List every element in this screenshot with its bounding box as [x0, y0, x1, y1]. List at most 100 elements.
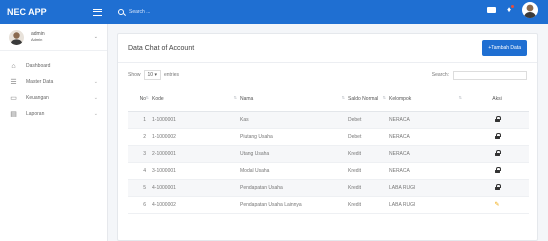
table-row: 1 1-1000001 Kas Debet NERACA [128, 111, 529, 129]
cell-aksi [465, 111, 529, 129]
sort-icon: ⇅ [458, 95, 462, 100]
sort-icon: ⇅ [233, 95, 237, 100]
account-table: No ⇅ Kode ⇅ Nama ⇅ Saldo Normal ⇅ Kelompok ⇅ … [128, 87, 529, 214]
cell-aksi [465, 145, 529, 163]
user-role: Admin [31, 37, 43, 42]
column-header-nama[interactable]: Nama ⇅ [240, 87, 348, 112]
column-header-no[interactable]: No ⇅ [128, 87, 152, 112]
home-icon: ⌂ [11, 62, 16, 70]
cell-nama: Modal Usaha [240, 162, 348, 180]
sidebar: admin Admin ⌄ ⌂ Dashboard ☰ Master Data … [0, 24, 108, 241]
sort-icon: ⇅ [382, 95, 386, 100]
cell-no: 5 [128, 179, 152, 197]
cell-nama: Piutang Usaha [240, 128, 348, 146]
hamburger-menu-icon[interactable] [93, 8, 102, 16]
top-search[interactable]: Search ... [118, 9, 150, 15]
cell-nama: Utang Usaha [240, 145, 348, 163]
cell-saldo-normal: Debet [348, 111, 389, 129]
cell-kode: 1-1000002 [152, 128, 240, 146]
notification-dot [511, 5, 514, 8]
column-header-saldo-normal[interactable]: Saldo Normal ⇅ [348, 87, 389, 112]
cell-kelompok: LABA RUGI [389, 196, 465, 214]
chevron-down-icon: ⌄ [93, 79, 98, 85]
lock-icon[interactable] [494, 132, 501, 139]
lock-icon[interactable] [494, 166, 501, 173]
cell-aksi [465, 179, 529, 197]
bell-icon[interactable]: ♦ [505, 5, 514, 14]
chevron-down-icon: ⌄ [93, 95, 98, 101]
app-name[interactable]: NEC APP [7, 7, 47, 17]
table-search-label: Search: [431, 72, 449, 78]
sidebar-item-dashboard[interactable]: ⌂ Dashboard [0, 58, 107, 74]
brand: NEC APP [0, 0, 108, 24]
column-header-kelompok[interactable]: Kelompok ⇅ [389, 87, 465, 112]
chevron-down-icon[interactable]: ⌄ [94, 34, 98, 40]
entries-label: entries [163, 72, 179, 78]
cell-aksi: ✎ [465, 196, 529, 214]
show-label: Show [128, 72, 141, 78]
cell-kode: 2-1000001 [152, 145, 240, 163]
sort-icon: ⇅ [145, 95, 149, 100]
sidebar-item-keuangan[interactable]: ▭ Keuangan ⌄ [0, 90, 107, 106]
add-data-button[interactable]: +Tambah Data [482, 40, 527, 56]
cell-kode: 1-1000001 [152, 111, 240, 129]
cell-kelompok: NERACA [389, 162, 465, 180]
user-avatar[interactable] [522, 2, 538, 18]
sort-icon: ⇅ [341, 95, 345, 100]
cell-kelompok: NERACA [389, 145, 465, 163]
cell-kelompok: LABA RUGI [389, 179, 465, 197]
top-actions: ♦ [487, 2, 538, 18]
chevron-down-icon: ⌄ [93, 111, 98, 117]
cell-aksi [465, 162, 529, 180]
money-icon: ▭ [10, 95, 17, 102]
cell-kode: 4-1000001 [152, 179, 240, 197]
cell-saldo-normal: Kredit [348, 162, 389, 180]
lock-icon[interactable] [494, 183, 501, 190]
search-placeholder: Search ... [129, 9, 151, 15]
mail-icon[interactable] [487, 7, 496, 13]
cell-kode: 3-1000001 [152, 162, 240, 180]
account-card: Data Chat of Account +Tambah Data Show 1… [117, 33, 538, 241]
column-header-aksi: Aksi [465, 87, 529, 112]
cell-no: 3 [128, 145, 152, 163]
cell-kelompok: NERACA [389, 128, 465, 146]
sidebar-item-laporan[interactable]: ▤ Laporan ⌄ [0, 106, 107, 122]
search-icon [118, 9, 124, 15]
sidebar-item-label: Dashboard [26, 63, 51, 69]
lock-icon[interactable] [494, 149, 501, 156]
cell-no: 1 [128, 111, 152, 129]
sidebar-item-label: Master Data [26, 79, 54, 85]
cell-aksi [465, 128, 529, 146]
entries-length-select[interactable]: 10 ▾ [143, 70, 161, 80]
user-info: admin Admin [31, 31, 45, 43]
cell-nama: Pendapatan Usaha [240, 179, 348, 197]
user-panel[interactable]: admin Admin ⌄ [0, 24, 107, 51]
cell-saldo-normal: Debet [348, 128, 389, 146]
avatar [9, 29, 24, 45]
sidebar-item-master-data[interactable]: ☰ Master Data ⌄ [0, 74, 107, 90]
cell-nama: Kas [240, 111, 348, 129]
table-search-input[interactable] [453, 70, 527, 80]
pencil-icon[interactable]: ✎ [494, 202, 499, 208]
sidebar-item-label: Keuangan [26, 95, 49, 101]
cell-kode: 4-1000002 [152, 196, 240, 214]
document-icon: ▤ [10, 111, 17, 118]
table-search: Search: [431, 70, 527, 80]
table-row: 3 2-1000001 Utang Usaha Kredit NERACA [128, 145, 529, 163]
table-row: 5 4-1000001 Pendapatan Usaha Kredit LABA… [128, 179, 529, 197]
page-title: Data Chat of Account [128, 44, 195, 52]
lock-icon[interactable] [494, 115, 501, 122]
cell-no: 6 [128, 196, 152, 214]
column-header-kode[interactable]: Kode ⇅ [152, 87, 240, 112]
top-navbar: NEC APP Search ... ♦ [0, 0, 548, 24]
table-header-row: No ⇅ Kode ⇅ Nama ⇅ Saldo Normal ⇅ Kelompok ⇅ … [128, 87, 529, 112]
table-row: 2 1-1000002 Piutang Usaha Debet NERACA [128, 128, 529, 146]
card-header: Data Chat of Account +Tambah Data [118, 34, 537, 63]
database-icon: ☰ [10, 79, 17, 86]
cell-kelompok: NERACA [389, 111, 465, 129]
cell-saldo-normal: Kredit [348, 145, 389, 163]
cell-no: 4 [128, 162, 152, 180]
table-row: 6 4-1000002 Pendapatan Usaha Lainnya Kre… [128, 196, 529, 214]
table-tools: Show 10 ▾ entries Search: [118, 63, 537, 87]
cell-saldo-normal: Kredit [348, 196, 389, 214]
